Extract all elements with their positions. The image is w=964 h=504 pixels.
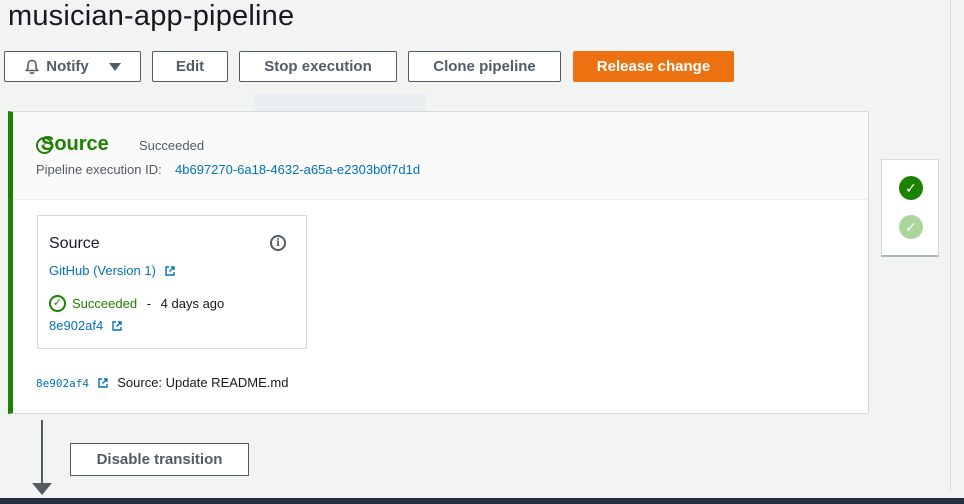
stage-name: Source bbox=[41, 133, 109, 155]
footer-commit-hash: 8e902af4 bbox=[36, 377, 89, 390]
provider-link-label: GitHub (Version 1) bbox=[49, 263, 156, 278]
arrow-down-icon bbox=[41, 420, 43, 490]
page-title: musician-app-pipeline bbox=[8, 0, 295, 32]
status-separator: - bbox=[146, 296, 152, 311]
footer-commit-link[interactable]: 8e902af4 bbox=[36, 375, 111, 390]
notify-button[interactable]: Notify bbox=[4, 51, 141, 82]
external-link-icon bbox=[112, 321, 122, 331]
external-link-icon bbox=[164, 266, 175, 276]
stage-status: Succeeded bbox=[139, 138, 205, 153]
caret-down-icon bbox=[108, 62, 121, 71]
action-card: Source i GitHub (Version 1) ✓ Succeeded … bbox=[37, 215, 307, 349]
check-circle-icon: ✓ bbox=[49, 295, 66, 312]
divider bbox=[950, 0, 951, 490]
stop-execution-button[interactable]: Stop execution bbox=[239, 51, 397, 82]
stage-overview-panel: ✓ ✓ bbox=[881, 159, 939, 257]
action-title: Source bbox=[49, 235, 100, 252]
stage-status-dot[interactable]: ✓ bbox=[899, 215, 923, 239]
bottom-bar bbox=[0, 498, 964, 504]
stage-card-source: ✓ Source Succeeded Pipeline execution ID… bbox=[8, 111, 869, 414]
action-status-row: ✓ Succeeded - 4 days ago bbox=[49, 295, 225, 312]
notify-label: Notify bbox=[46, 58, 89, 75]
clone-pipeline-button[interactable]: Clone pipeline bbox=[408, 51, 561, 82]
action-time-ago: 4 days ago bbox=[160, 296, 225, 311]
tooltip-ghost bbox=[253, 94, 426, 112]
stage-footer-commit: 8e902af4 Source: Update README.md bbox=[36, 375, 288, 390]
stage-status-dot[interactable]: ✓ bbox=[899, 176, 923, 200]
external-link-icon bbox=[97, 378, 108, 388]
disable-transition-button[interactable]: Disable transition bbox=[70, 443, 249, 476]
provider-link[interactable]: GitHub (Version 1) bbox=[49, 263, 175, 278]
bell-icon bbox=[25, 59, 40, 74]
commit-link-label: 8e902af4 bbox=[49, 318, 104, 333]
execution-id-label: Pipeline execution ID: bbox=[36, 162, 162, 177]
release-change-button[interactable]: Release change bbox=[573, 51, 734, 82]
arrow-head bbox=[32, 483, 52, 495]
execution-id-link[interactable]: 4b697270-6a18-4632-a65a-e2303b0f7d1d bbox=[175, 162, 420, 177]
info-icon[interactable]: i bbox=[270, 235, 286, 251]
stage-header: ✓ Source Succeeded Pipeline execution ID… bbox=[13, 112, 868, 200]
footer-commit-message: Source: Update README.md bbox=[117, 375, 289, 390]
commit-link[interactable]: 8e902af4 bbox=[49, 318, 122, 333]
edit-button[interactable]: Edit bbox=[152, 51, 228, 82]
action-status: Succeeded bbox=[72, 296, 138, 311]
